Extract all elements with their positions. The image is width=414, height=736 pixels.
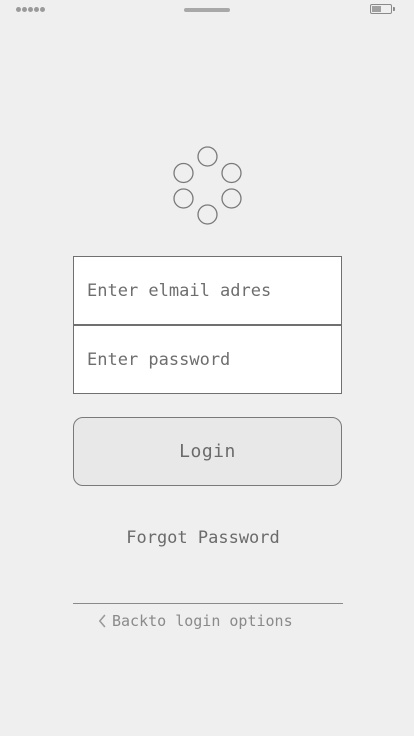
divider — [73, 603, 343, 604]
chevron-left-icon — [98, 614, 106, 628]
forgot-password-link[interactable]: Forgot Password — [73, 528, 333, 548]
signal-dots-icon — [16, 7, 45, 12]
status-bar — [0, 0, 414, 22]
back-to-login-options-link[interactable]: Backto login options — [98, 612, 293, 630]
password-field[interactable] — [73, 325, 342, 394]
email-field[interactable] — [73, 256, 342, 325]
circle-ring-logo-icon — [173, 146, 242, 225]
password-input[interactable] — [74, 326, 341, 393]
battery-icon — [370, 4, 395, 14]
email-input[interactable] — [74, 257, 341, 324]
battery-level — [372, 6, 381, 12]
speaker-notch — [184, 8, 230, 12]
back-to-login-options-label: Backto login options — [112, 612, 293, 630]
login-button[interactable]: Login — [73, 417, 342, 486]
